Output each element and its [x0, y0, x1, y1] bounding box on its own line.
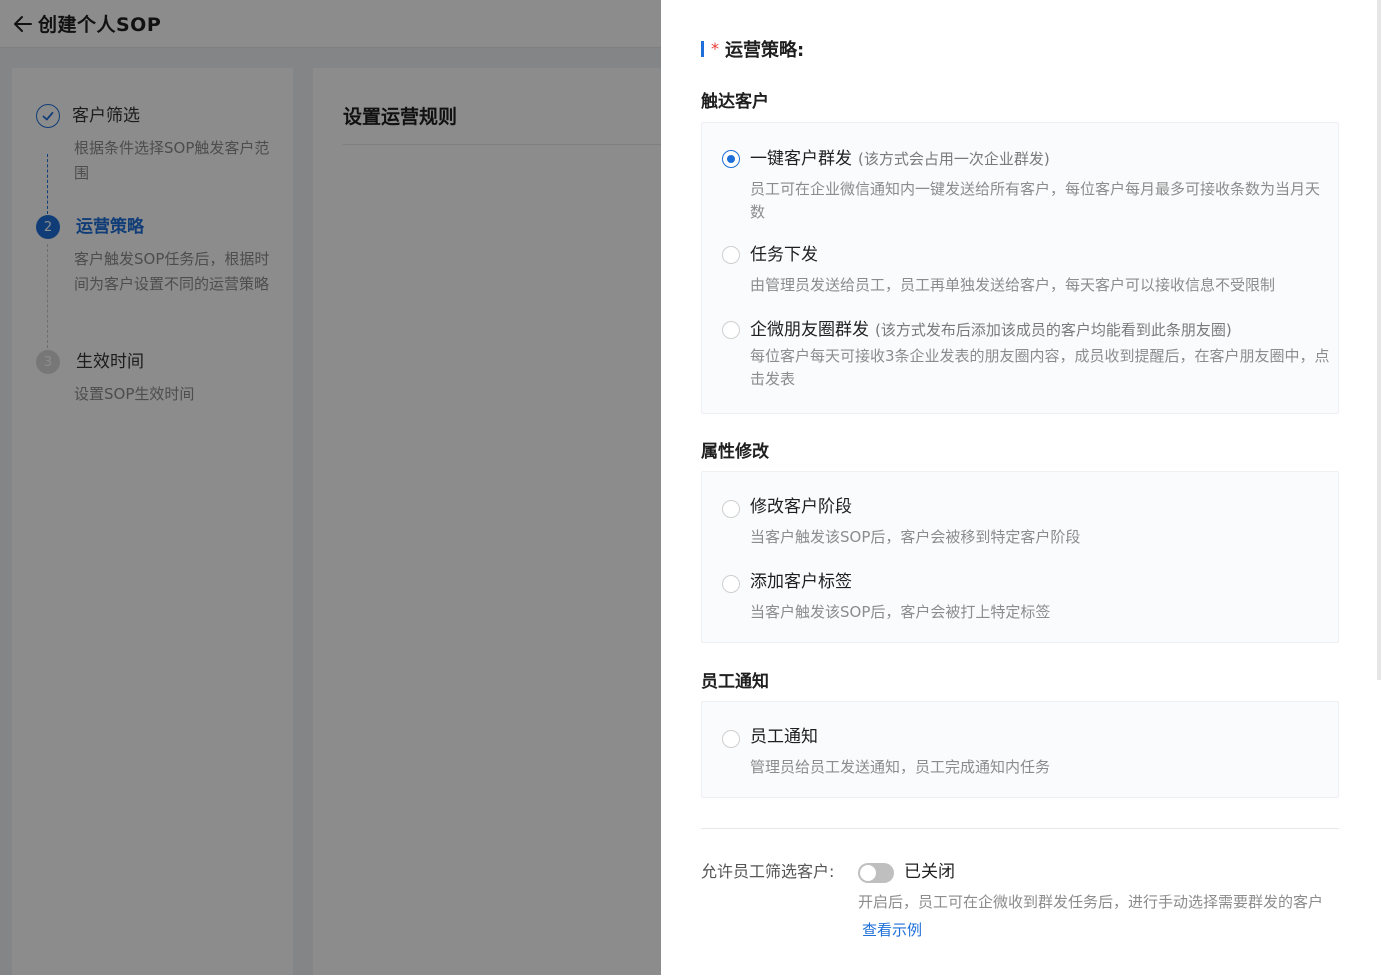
- option-title-text: 一键客户群发: [750, 149, 852, 169]
- strategy-label: 运营策略:: [725, 40, 805, 61]
- option-desc: 员工可在企业微信通知内一键发送给所有客户，每位客户每月最多可接收条数为当月天数: [750, 180, 1321, 221]
- option-desc: 管理员给员工发送通知，员工完成通知内任务: [750, 758, 1051, 776]
- option-title: 一键客户群发 (该方式会占用一次企业群发): [750, 148, 1050, 170]
- option-desc: 当客户触发该SOP后，客户会被打上特定标签: [750, 603, 1051, 621]
- option-title: 修改客户阶段: [750, 497, 852, 517]
- option-desc: 当客户触发该SOP后，客户会被移到特定客户阶段: [750, 528, 1081, 546]
- option-title: 添加客户标签: [750, 572, 852, 592]
- radio-unchecked[interactable]: [722, 575, 740, 593]
- scrollbar[interactable]: [1377, 0, 1381, 680]
- attribute-options-box: 修改客户阶段 当客户触发该SOP后，客户会被移到特定客户阶段 添加客户标签 当客…: [701, 471, 1339, 643]
- option-title: 企微朋友圈群发 (该方式发布后添加该成员的客户均能看到此条朋友圈): [750, 319, 1232, 341]
- allow-filter-desc-text: 开启后，员工可在企微收到群发任务后，进行手动选择需要群发的客户: [858, 893, 1324, 911]
- section-title-reach: 触达客户: [701, 92, 769, 112]
- option-desc: 由管理员发送给员工，员工再单独发送给客户，每天客户可以接收信息不受限制: [750, 276, 1276, 294]
- option-title: 员工通知: [750, 727, 818, 747]
- view-example-link[interactable]: 查看示例: [862, 921, 922, 939]
- reach-options-box: 一键客户群发 (该方式会占用一次企业群发) 员工可在企业微信通知内一键发送给所有客…: [701, 122, 1339, 414]
- divider: [701, 828, 1339, 829]
- allow-filter-label: 允许员工筛选客户:: [701, 862, 835, 881]
- toggle-knob: [860, 865, 876, 881]
- strategy-header: * 运营策略:: [701, 36, 804, 62]
- toggle-state-text: 已关闭: [904, 862, 955, 882]
- section-title-attributes: 属性修改: [701, 442, 769, 462]
- required-mark: *: [711, 39, 719, 58]
- section-title-staff-notice: 员工通知: [701, 672, 769, 692]
- radio-checked[interactable]: [722, 150, 740, 168]
- strategy-drawer: * 运营策略: 触达客户 一键客户群发 (该方式会占用一次企业群发) 员工可在企业…: [661, 0, 1381, 975]
- radio-unchecked[interactable]: [722, 500, 740, 518]
- allow-filter-toggle[interactable]: [858, 863, 894, 883]
- radio-unchecked[interactable]: [722, 730, 740, 748]
- option-title-text: 企微朋友圈群发: [750, 320, 869, 340]
- radio-unchecked[interactable]: [722, 321, 740, 339]
- radio-unchecked[interactable]: [722, 246, 740, 264]
- option-note: (该方式发布后添加该成员的客户均能看到此条朋友圈): [875, 321, 1232, 339]
- option-note: (该方式会占用一次企业群发): [858, 150, 1050, 168]
- allow-filter-desc: 开启后，员工可在企微收到群发任务后，进行手动选择需要群发的客户查看示例: [858, 888, 1338, 944]
- option-title: 任务下发: [750, 245, 818, 265]
- option-desc: 每位客户每天可接收3条企业发表的朋友圈内容，成员收到提醒后，在客户朋友圈中，点击…: [750, 347, 1330, 388]
- staff-notice-options-box: 员工通知 管理员给员工发送通知，员工完成通知内任务: [701, 701, 1339, 798]
- accent-bar: [701, 41, 704, 57]
